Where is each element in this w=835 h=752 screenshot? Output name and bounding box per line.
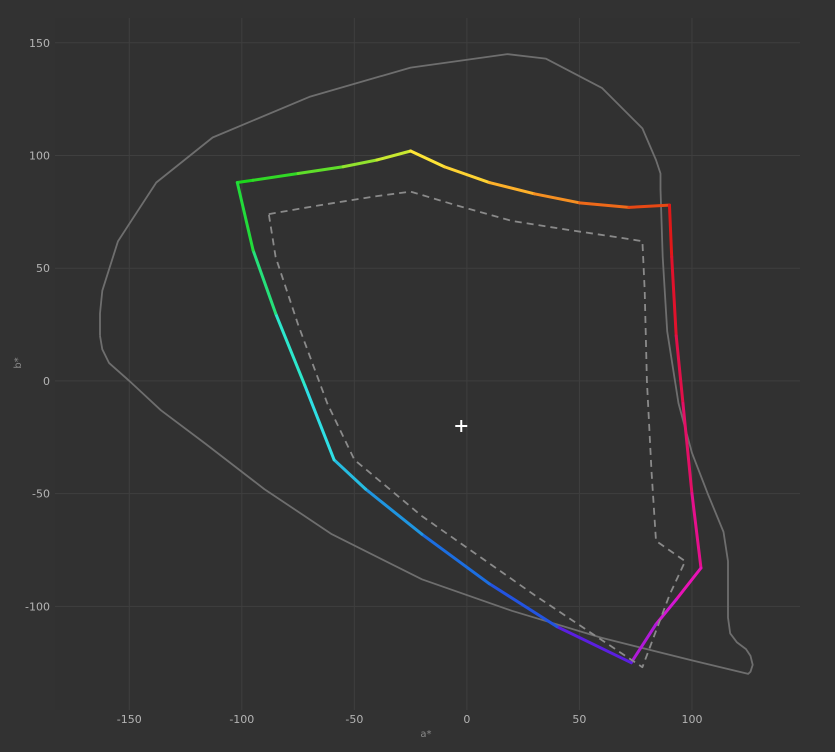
x-tick-label: 0	[463, 713, 470, 726]
y-tick-label: -50	[32, 488, 50, 501]
x-tick-label: -50	[345, 713, 363, 726]
y-tick-label: 0	[43, 375, 50, 388]
x-tick-labels: -150 -100 -50 0 50 100	[117, 713, 703, 726]
y-tick-label: 150	[29, 37, 50, 50]
y-tick-label: -100	[25, 600, 50, 613]
x-tick-label: -100	[229, 713, 254, 726]
y-axis-label: b*	[13, 357, 24, 368]
y-tick-labels: 150 100 50 0 -50 -100	[25, 37, 50, 614]
gamut-chart: -150 -100 -50 0 50 100 150 100 50 0 -50 -100 a* b*	[13, 18, 800, 740]
x-tick-label: 100	[681, 713, 702, 726]
x-tick-label: 50	[572, 713, 586, 726]
y-tick-label: 50	[36, 262, 50, 275]
x-tick-label: -150	[117, 713, 142, 726]
x-axis-label: a*	[420, 729, 431, 740]
y-tick-label: 100	[29, 149, 50, 162]
